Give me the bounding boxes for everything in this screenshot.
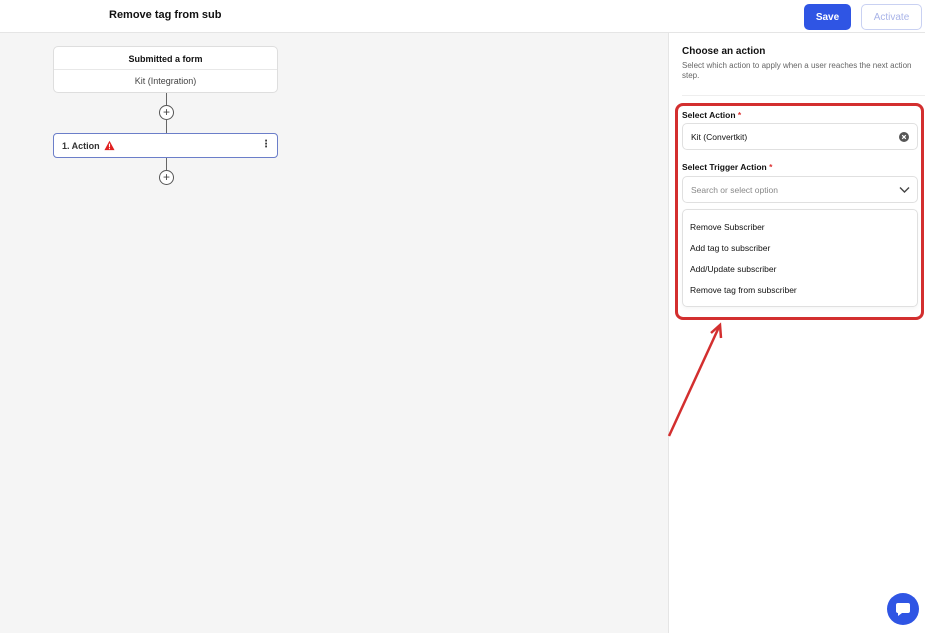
top-header: Remove tag from sub Save Activate [0,0,925,33]
connector-line [166,158,167,170]
connector-line [166,93,167,105]
activate-button[interactable]: Activate [861,4,922,30]
add-step-button[interactable]: + [159,105,174,120]
chat-icon [896,603,910,616]
add-step-button[interactable]: + [159,170,174,185]
kebab-menu-icon[interactable]: ⋮ [261,140,271,150]
highlight-box [675,103,924,320]
workflow-title[interactable]: Remove tag from sub [109,9,221,21]
panel-title: Choose an action [682,46,766,57]
save-button[interactable]: Save [804,4,851,30]
connector-line [166,120,167,133]
trigger-card[interactable]: Submitted a form Kit (Integration) [53,46,278,93]
trigger-title: Submitted a form [54,47,277,70]
trigger-subtitle: Kit (Integration) [134,76,197,86]
warning-icon [104,140,115,151]
workflow-canvas[interactable]: Submitted a form Kit (Integration) + 1. … [0,33,668,633]
annotation-arrow [667,322,723,437]
panel-description: Select which action to apply when a user… [682,61,912,80]
action-label: 1. Action [62,141,100,151]
action-card[interactable]: 1. Action ⋮ [53,133,278,158]
divider [682,95,925,96]
chat-button[interactable] [887,593,919,625]
